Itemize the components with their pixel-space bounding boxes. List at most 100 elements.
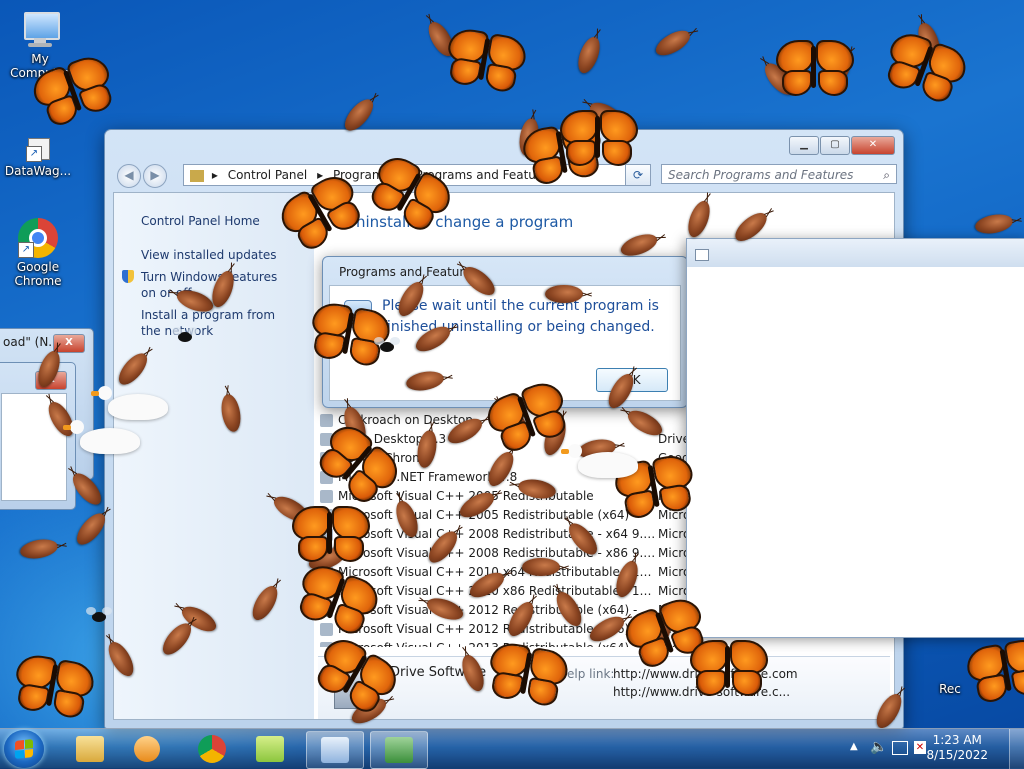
address-bar[interactable]: ▸ Control Panel ▸ Programs ▸ Programs an… bbox=[183, 164, 651, 186]
background-window-2[interactable]: X bbox=[0, 362, 76, 510]
desktop-icon-label: Rec bbox=[939, 682, 961, 696]
breadcrumb-separator-icon: ▸ bbox=[211, 168, 218, 182]
desktop-icon-my-computer[interactable]: My Computer bbox=[2, 10, 78, 80]
window-body bbox=[1, 393, 67, 501]
program-icon bbox=[320, 623, 333, 636]
program-name: Microsoft .NET Framework 4.8 bbox=[318, 468, 658, 487]
details-publisher: Drive Software bbox=[390, 665, 487, 680]
breadcrumb-programs-features[interactable]: Programs and Features bbox=[416, 168, 555, 182]
uninstall-wait-dialog[interactable]: Programs and Features Please wait until … bbox=[322, 256, 688, 408]
taskbar-media-player[interactable] bbox=[120, 731, 176, 767]
tray-expand-icon[interactable]: ▲ bbox=[850, 741, 858, 752]
program-icon bbox=[320, 528, 333, 541]
desktop-icon-recycle-bin[interactable]: Rec bbox=[930, 682, 970, 696]
volume-icon[interactable]: 🔈 bbox=[870, 739, 887, 755]
dialog-message: Please wait until the current program is… bbox=[382, 298, 659, 335]
program-name: Microsoft Visual C++ 2013 Redistributabl… bbox=[318, 639, 658, 647]
link-view-installed-updates[interactable]: View installed updates bbox=[141, 247, 291, 263]
program-icon bbox=[334, 667, 376, 709]
details-help-url[interactable]: http://www.drive-software.com bbox=[613, 667, 798, 681]
breadcrumb-programs[interactable]: Programs bbox=[333, 168, 390, 182]
cockroach-icon bbox=[18, 536, 60, 562]
program-name: Microsoft Visual C++ 2010 x86 Redistribu… bbox=[318, 582, 658, 601]
link-install-from-network[interactable]: Install a program from the network bbox=[141, 307, 291, 339]
refresh-button[interactable]: ⟳ bbox=[625, 164, 651, 186]
program-icon bbox=[320, 414, 333, 427]
ok-button[interactable]: OK bbox=[596, 368, 668, 392]
program-name: Cockroach on Desktop bbox=[318, 411, 658, 430]
clock-time: 1:23 AM bbox=[932, 733, 982, 747]
link-control-panel-home[interactable]: Control Panel Home bbox=[141, 213, 260, 229]
windows-logo-icon bbox=[15, 739, 33, 759]
program-icon bbox=[320, 585, 333, 598]
cockroach-icon bbox=[973, 211, 1015, 237]
table-row[interactable]: Microsoft Visual C++ 2013 Redistributabl… bbox=[318, 639, 880, 647]
show-desktop-button[interactable] bbox=[1009, 729, 1024, 769]
action-center-icon[interactable]: ✕ bbox=[914, 741, 926, 754]
desktop-icon-datawag[interactable]: ↗ DataWag... bbox=[0, 138, 76, 178]
program-name: Microsoft Visual C++ 2008 Redistributabl… bbox=[318, 525, 658, 544]
minimize-button[interactable]: ▁ bbox=[789, 136, 819, 155]
installer-icon bbox=[385, 737, 413, 763]
start-button[interactable] bbox=[4, 730, 44, 768]
clock-date: 8/15/2022 bbox=[926, 748, 988, 762]
breadcrumb-control-panel[interactable]: Control Panel bbox=[228, 168, 308, 182]
cockroach-icon bbox=[759, 58, 799, 100]
cockroach-icon bbox=[574, 34, 604, 76]
search-icon[interactable]: ⌕ bbox=[883, 165, 890, 185]
maximize-button[interactable]: ▢ bbox=[820, 136, 850, 155]
datawag-icon: ↗ bbox=[26, 138, 50, 162]
program-publisher: Microsof bbox=[658, 639, 748, 647]
details-help-label: Help link: bbox=[558, 667, 615, 681]
program-icon bbox=[320, 604, 333, 617]
chrome-icon bbox=[198, 735, 226, 763]
breadcrumb-separator-icon: ▸ bbox=[317, 168, 324, 182]
taskbar-control-panel[interactable] bbox=[306, 731, 364, 769]
program-icon bbox=[320, 433, 333, 446]
taskbar-explorer[interactable] bbox=[62, 731, 118, 767]
desktop-icon-label: DataWag... bbox=[4, 164, 72, 178]
close-button[interactable]: X bbox=[35, 371, 67, 390]
program-name: Microsoft Visual C++ 2005 Redistributabl… bbox=[318, 506, 658, 525]
system-tray: ▲ 🔈 ✕ 1:23 AM 8/15/2022 bbox=[834, 729, 1024, 769]
folder-icon bbox=[190, 169, 204, 182]
network-icon[interactable] bbox=[892, 741, 908, 755]
blank-window[interactable] bbox=[686, 238, 1024, 638]
clock[interactable]: 1:23 AM 8/15/2022 bbox=[926, 733, 988, 763]
cockroach-icon bbox=[821, 50, 857, 92]
taskbar-installer[interactable] bbox=[370, 731, 428, 769]
search-input[interactable]: Search Programs and Features ⌕ bbox=[661, 164, 897, 184]
navigation-bar: ◀ ▶ ▸ Control Panel ▸ Programs ▸ Program… bbox=[113, 160, 897, 190]
link-windows-features[interactable]: Turn Windows features on or off bbox=[141, 269, 291, 301]
shortcut-arrow-icon: ↗ bbox=[26, 146, 42, 162]
program-name: Microsoft Visual C++ 2010 x64 Redistribu… bbox=[318, 563, 658, 582]
shield-icon bbox=[122, 270, 134, 283]
page-title: Uninstall or change a program bbox=[345, 213, 574, 231]
close-button[interactable]: X bbox=[53, 334, 85, 353]
details-support-url[interactable]: http://www.drive-software.c... bbox=[613, 685, 790, 699]
program-name: Microsoft Visual C++ 2012 Redistributabl… bbox=[318, 601, 658, 620]
chrome-icon: ↗ bbox=[18, 218, 58, 258]
details-pane: Drive Software Help link: http://www.dri… bbox=[318, 656, 890, 719]
taskbar-goose-app[interactable] bbox=[242, 731, 298, 767]
program-name: Google Chrome bbox=[318, 449, 658, 468]
program-icon bbox=[320, 490, 333, 503]
window-title: oad" (N... bbox=[3, 335, 60, 349]
close-button[interactable]: ✕ bbox=[851, 136, 895, 155]
blank-window-titlebar[interactable] bbox=[687, 239, 1024, 267]
media-player-icon bbox=[134, 736, 160, 762]
back-button[interactable]: ◀ bbox=[117, 164, 141, 188]
computer-icon bbox=[20, 10, 60, 50]
caption-buttons: ▁ ▢ ✕ bbox=[789, 136, 895, 155]
taskbar-chrome[interactable] bbox=[184, 731, 240, 767]
program-name: Microsoft Visual C++ 2008 Redistributabl… bbox=[318, 544, 658, 563]
cockroach-icon bbox=[423, 18, 459, 60]
program-icon bbox=[320, 452, 333, 465]
forward-button[interactable]: ▶ bbox=[143, 164, 167, 188]
cockroach-icon bbox=[914, 20, 944, 62]
desktop-icon-google-chrome[interactable]: ↗ Google Chrome bbox=[0, 218, 76, 288]
info-icon bbox=[344, 300, 372, 328]
control-panel-icon bbox=[321, 737, 349, 763]
program-name: Microsoft Visual C++ 2012 Redistributabl… bbox=[318, 620, 658, 639]
program-name: Microsoft Visual C++ 2005 Redistributabl… bbox=[318, 487, 658, 506]
